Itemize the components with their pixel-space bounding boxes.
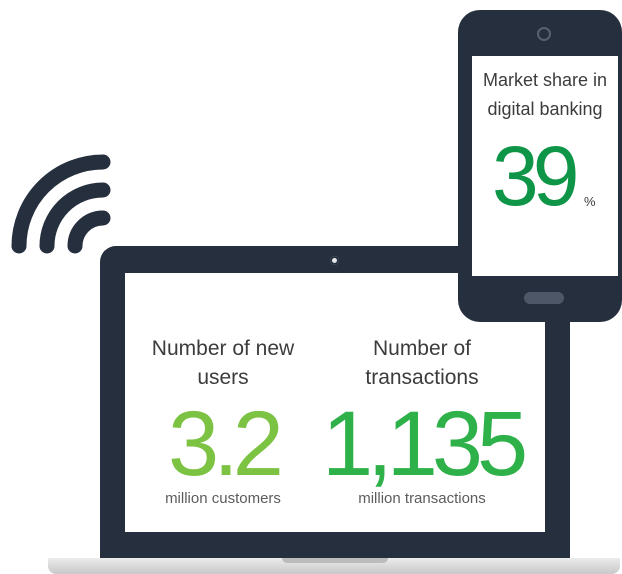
transactions-label: Number of transactions bbox=[365, 337, 479, 389]
market-share-value: 39 bbox=[492, 129, 579, 223]
new-users-unit: million customers bbox=[165, 490, 281, 507]
laptop-camera bbox=[330, 256, 339, 265]
transactions-value: 1,135 bbox=[322, 393, 528, 495]
laptop-base-notch bbox=[282, 558, 388, 563]
phone-home-button bbox=[524, 292, 564, 304]
phone-camera bbox=[539, 29, 549, 39]
new-users-label: Number of new users bbox=[151, 337, 295, 389]
market-share-unit: % bbox=[584, 194, 596, 209]
new-users-value: 3.2 bbox=[168, 393, 284, 495]
market-share-label: Market share in digital banking bbox=[482, 70, 608, 119]
transactions-unit: million transactions bbox=[358, 490, 486, 507]
